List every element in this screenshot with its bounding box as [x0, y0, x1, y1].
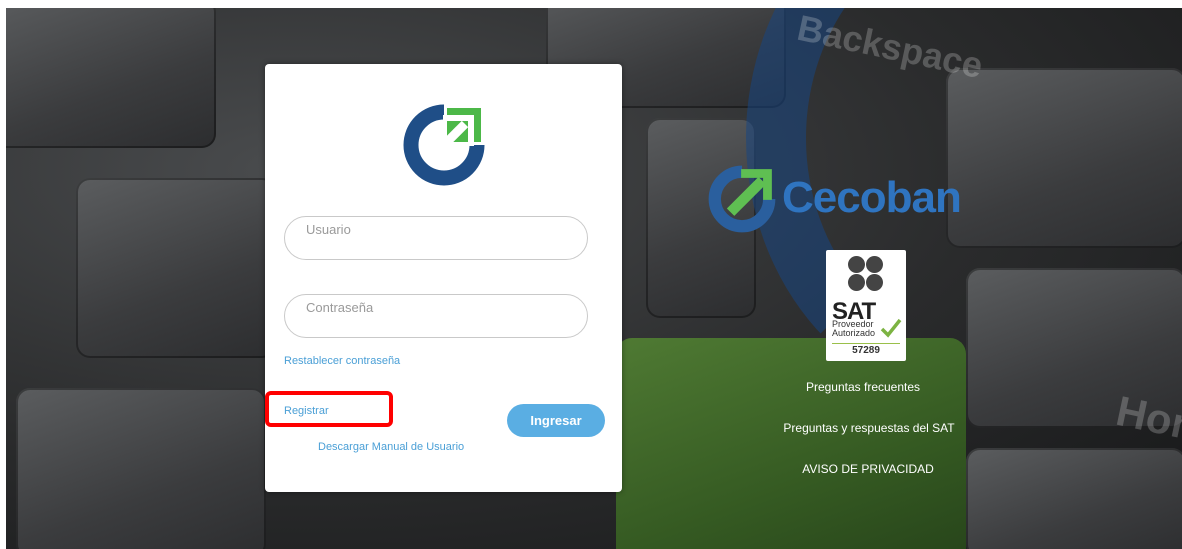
reset-password-link[interactable]: Restablecer contraseña [284, 355, 400, 367]
sat-dot [866, 274, 883, 291]
download-manual-link[interactable]: Descargar Manual de Usuario [318, 441, 464, 453]
sat-dot [866, 256, 883, 273]
username-placeholder: Usuario [306, 222, 351, 237]
bg-key [6, 8, 216, 148]
bg-key [966, 448, 1182, 549]
bg-key [16, 388, 266, 549]
sat-dot [848, 274, 865, 291]
checkmark-icon [880, 318, 902, 338]
sat-number: 57289 [832, 343, 900, 356]
password-field[interactable]: Contraseña [284, 294, 588, 338]
cecoban-brand-icon [708, 165, 776, 233]
brand-logo: Cecoban [704, 163, 984, 235]
password-placeholder: Contraseña [306, 300, 374, 315]
bg-key [76, 178, 276, 358]
sat-line2: Autorizado [832, 328, 876, 338]
sat-badge: SAT Proveedor Autorizado 57289 [826, 250, 906, 361]
sat-subtitle: Proveedor Autorizado [832, 320, 875, 338]
privacy-notice-link[interactable]: AVISO DE PRIVACIDAD [748, 462, 988, 476]
sat-faq-link[interactable]: Preguntas y respuestas del SAT [749, 421, 989, 435]
bg-home-text: Hom [1112, 386, 1182, 453]
sat-dot [848, 256, 865, 273]
register-highlight-box [265, 391, 393, 427]
brand-name: Cecoban [782, 173, 962, 222]
cecoban-logo-icon [403, 104, 485, 186]
login-button[interactable]: Ingresar [507, 404, 605, 437]
faq-link[interactable]: Preguntas frecuentes [743, 380, 983, 394]
username-field[interactable]: Usuario [284, 216, 588, 260]
login-card: Usuario Contraseña Restablecer contraseñ… [265, 64, 622, 492]
